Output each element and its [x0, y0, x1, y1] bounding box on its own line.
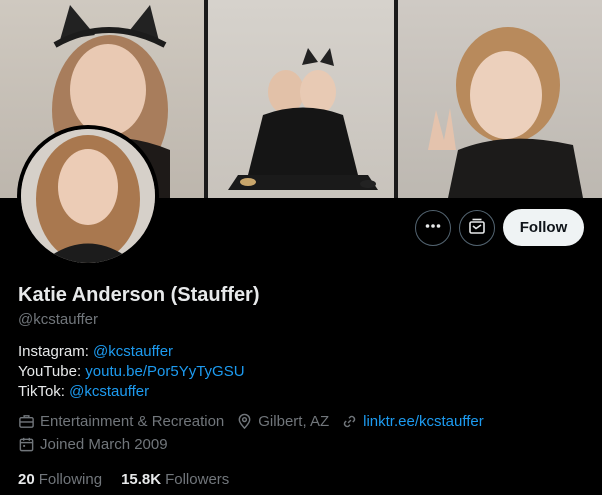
- bio-instagram-label: Instagram:: [18, 343, 89, 360]
- avatar[interactable]: [17, 125, 159, 267]
- following-count: 20: [18, 471, 35, 488]
- profile-website-link[interactable]: linktr.ee/kcstauffer: [363, 413, 484, 430]
- bio-line-youtube: YouTube: youtu.be/Por5YyTyGSU: [18, 362, 245, 382]
- link-icon: [343, 415, 356, 428]
- bio-tiktok-link[interactable]: @kcstauffer: [69, 383, 149, 400]
- location-item: Gilbert, AZ: [236, 413, 329, 430]
- website-item: linktr.ee/kcstauffer: [341, 413, 484, 430]
- banner-photo-2: [208, 0, 394, 198]
- profile-joined-row: Joined March 2009: [18, 436, 180, 453]
- subscribe-button[interactable]: [459, 210, 495, 246]
- more-horizontal-icon: [424, 217, 442, 240]
- calendar-icon: [19, 437, 34, 452]
- location-pin-icon: [238, 413, 251, 430]
- following-label: Following: [38, 471, 103, 488]
- profile-bio: Instagram: @kcstauffer YouTube: youtu.be…: [18, 342, 245, 402]
- joined-item: Joined March 2009: [18, 436, 168, 453]
- bio-instagram-link[interactable]: @kcstauffer: [93, 343, 173, 360]
- following-stat[interactable]: 20 Following: [18, 471, 102, 488]
- bio-tiktok-label: TikTok:: [18, 383, 65, 400]
- profile-meta-row: Entertainment & Recreation Gilbert, AZ l…: [18, 413, 496, 430]
- profile-name: Katie Anderson (Stauffer): [18, 284, 260, 306]
- banner-photo-3: [398, 0, 602, 198]
- profile-handle: @kcstauffer: [18, 311, 98, 328]
- bio-youtube-link[interactable]: youtu.be/Por5YyTyGSU: [85, 363, 244, 380]
- follow-button[interactable]: Follow: [503, 209, 584, 246]
- profile-location: Gilbert, AZ: [258, 413, 330, 430]
- subscribe-icon: [467, 216, 487, 241]
- bio-line-instagram: Instagram: @kcstauffer: [18, 342, 245, 362]
- profile-joined: Joined March 2009: [40, 436, 168, 453]
- follow-stats: 20 Following 15.8K Followers: [18, 471, 248, 488]
- category-item: Entertainment & Recreation: [18, 413, 224, 430]
- profile-category: Entertainment & Recreation: [40, 413, 225, 430]
- more-options-button[interactable]: [415, 210, 451, 246]
- avatar-image: [21, 129, 155, 263]
- bio-youtube-label: YouTube:: [18, 363, 82, 380]
- followers-stat[interactable]: 15.8K Followers: [121, 471, 229, 488]
- briefcase-icon: [19, 415, 34, 428]
- followers-count: 15.8K: [121, 471, 162, 488]
- bio-line-tiktok: TikTok: @kcstauffer: [18, 382, 245, 402]
- followers-label: Followers: [165, 471, 230, 488]
